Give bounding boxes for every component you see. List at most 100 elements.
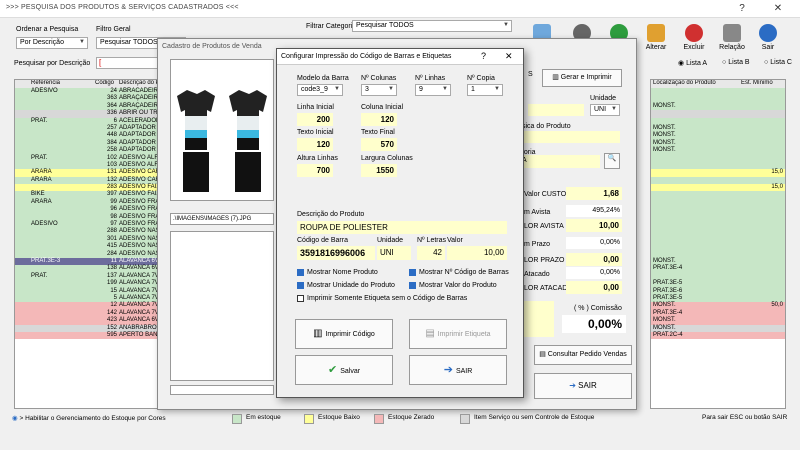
table-row[interactable] <box>651 213 785 222</box>
relacao-button[interactable]: Relação <box>716 24 748 51</box>
letras-field[interactable]: 42 <box>417 246 445 260</box>
custo-field[interactable]: 1,68 <box>566 187 622 200</box>
table-row[interactable] <box>651 154 785 162</box>
dialog-sair-button[interactable]: ➔ SAIR <box>409 355 507 385</box>
table-row[interactable]: MONST. <box>651 124 785 133</box>
table-row[interactable]: MONST. <box>651 324 785 332</box>
table-row[interactable]: PRAT.3E-6 <box>651 287 785 295</box>
chk-valor-produto[interactable]: Mostrar Valor do Produto <box>409 282 497 289</box>
table-row[interactable]: MONST. <box>651 132 785 140</box>
help-button[interactable]: ? <box>728 2 756 15</box>
dialog-close-button[interactable]: ✕ <box>505 51 513 62</box>
table-row[interactable]: PRAT.3E-5 <box>651 294 785 303</box>
alterar-button[interactable]: Alterar <box>642 24 670 51</box>
table-row[interactable] <box>651 235 785 244</box>
table-row[interactable] <box>651 110 785 118</box>
table-row[interactable]: PRAT.2C-4 <box>651 331 785 340</box>
table-row[interactable]: MONST. <box>651 102 785 111</box>
unidade-select[interactable]: UNI ▼ <box>590 104 620 116</box>
radio-lista-c[interactable]: ○ Lista C <box>764 59 792 66</box>
colunas-select[interactable]: 3 ▼ <box>361 84 397 96</box>
texto-final-field[interactable]: 570 <box>361 138 397 151</box>
table-row[interactable]: PRAT.3E-5 <box>651 280 785 288</box>
comissao-field[interactable]: 0,00% <box>562 315 626 333</box>
table-row[interactable] <box>651 228 785 236</box>
codigo-field[interactable]: 3591816996006 <box>297 246 375 260</box>
linhas-select[interactable]: 9 ▼ <box>415 84 451 96</box>
table-row[interactable]: 15,0 <box>651 184 785 192</box>
unidade-dialog-field[interactable]: UNI <box>377 246 411 260</box>
table-row[interactable] <box>651 206 785 214</box>
search-input[interactable]: [ <box>96 57 166 69</box>
cell-code: 6 <box>113 117 117 124</box>
dialog-help-button[interactable]: ? <box>481 51 486 61</box>
letras-label: Nº Letras <box>417 237 447 244</box>
cell-code: 363 <box>106 95 117 102</box>
table-row[interactable]: PRAT.3E-4 <box>651 265 785 273</box>
texto-inicial-field[interactable]: 120 <box>297 138 333 151</box>
imprimir-etiqueta-button[interactable]: ▤ Imprimir Etiqueta <box>409 319 507 349</box>
chk-nome-produto[interactable]: Mostrar Nome Produto <box>297 269 378 276</box>
imprimir-codigo-button[interactable]: ▥ Imprimir Código <box>295 319 393 349</box>
descricao-field[interactable]: ROUPA DE POLIESTER <box>297 221 507 234</box>
atacado-pct[interactable]: 0,00% <box>566 267 622 279</box>
fisica-field[interactable] <box>520 131 620 143</box>
gerar-imprimir-button[interactable]: ▥ Gerar e Imprimir <box>542 69 622 87</box>
coluna-inicial-field[interactable]: 120 <box>361 113 397 126</box>
table-row[interactable] <box>651 198 785 207</box>
table-row[interactable] <box>651 176 785 185</box>
habilitar-option[interactable]: ◉ > Habilitar o Gerenciamento do Estoque… <box>12 414 166 422</box>
altura-field[interactable]: 700 <box>297 164 333 177</box>
radio-lista-b[interactable]: ○ Lista B <box>722 59 750 66</box>
table-row[interactable] <box>651 117 785 125</box>
table-row[interactable] <box>651 191 785 199</box>
table-row[interactable] <box>651 272 785 281</box>
valor-avista-field[interactable]: 10,00 <box>566 219 622 232</box>
legend-estoque-zerado-swatch <box>374 414 384 424</box>
table-row[interactable] <box>651 161 785 170</box>
valor-prazo-field[interactable]: 0,00 <box>566 253 622 266</box>
sair-toolbar-button[interactable]: Sair <box>754 24 782 51</box>
table-row[interactable]: 15,0 <box>651 169 785 177</box>
table-row[interactable] <box>651 95 785 103</box>
categoria-select[interactable]: Pesquisar TODOS ▼ <box>352 20 512 32</box>
consultar-pedido-button[interactable]: ▤ Consultar Pedido Vendas <box>534 345 632 365</box>
valor-atacado-field[interactable]: 0,00 <box>566 281 622 294</box>
field-blank-1[interactable] <box>528 104 584 116</box>
chk-num-codigo[interactable]: Mostrar Nº Código de Barras <box>409 269 509 276</box>
copia-select[interactable]: 1 ▼ <box>467 84 503 96</box>
avista-pct[interactable]: 495,24% <box>566 205 622 217</box>
label-icon: ▤ <box>425 328 438 339</box>
table-row[interactable]: PRAT.3E-4 <box>651 309 785 318</box>
table-row[interactable]: MONST. <box>651 257 785 266</box>
excluir-button[interactable]: Excluir <box>680 24 708 51</box>
table-row[interactable] <box>651 250 785 258</box>
valor-dialog-field[interactable]: 10,00 <box>447 246 507 260</box>
table-row[interactable]: MONST. 50,0 <box>651 302 785 310</box>
table-row[interactable] <box>651 88 785 96</box>
linha-inicial-field[interactable]: 200 <box>297 113 333 126</box>
chk-somente-etiqueta[interactable]: Imprimir Somente Etiqueta sem o Código d… <box>297 295 467 302</box>
close-window-button[interactable]: ✕ <box>764 2 792 15</box>
table-row[interactable] <box>651 243 785 251</box>
image-path-field[interactable]: .\IMAGENS\IMAGES (7).JPG <box>170 213 274 225</box>
categoria-field[interactable]: A <box>520 155 600 168</box>
cadastro-sair-button[interactable]: ➔ SAIR <box>534 373 632 399</box>
bottom-field[interactable] <box>170 385 274 395</box>
table-row[interactable] <box>651 221 785 229</box>
table-row[interactable]: MONST. <box>651 317 785 325</box>
radio-lista-a[interactable]: ◉ Lista A <box>678 59 707 67</box>
table-row[interactable]: MONST. <box>651 147 785 155</box>
largura-field[interactable]: 1550 <box>361 164 397 177</box>
prazo-pct[interactable]: 0,00% <box>566 237 622 249</box>
cell-desc: ALAVANCA 7V <box>119 272 159 279</box>
modelo-select[interactable]: code3_9 ▼ <box>297 84 343 96</box>
salvar-button[interactable]: ✔ Salvar <box>295 355 393 385</box>
right-grid[interactable]: Localização do Produto Est. Mínimo MONST… <box>650 79 786 409</box>
chk-unidade-produto[interactable]: Mostrar Unidade do Produto <box>297 282 395 289</box>
table-row[interactable]: MONST. <box>651 139 785 148</box>
cell-min: 15,0 <box>771 169 783 176</box>
ordenar-select[interactable]: Por Descrição ▼ <box>16 37 88 49</box>
notes-area[interactable] <box>170 231 274 381</box>
search-button[interactable]: 🔍 <box>604 153 620 169</box>
